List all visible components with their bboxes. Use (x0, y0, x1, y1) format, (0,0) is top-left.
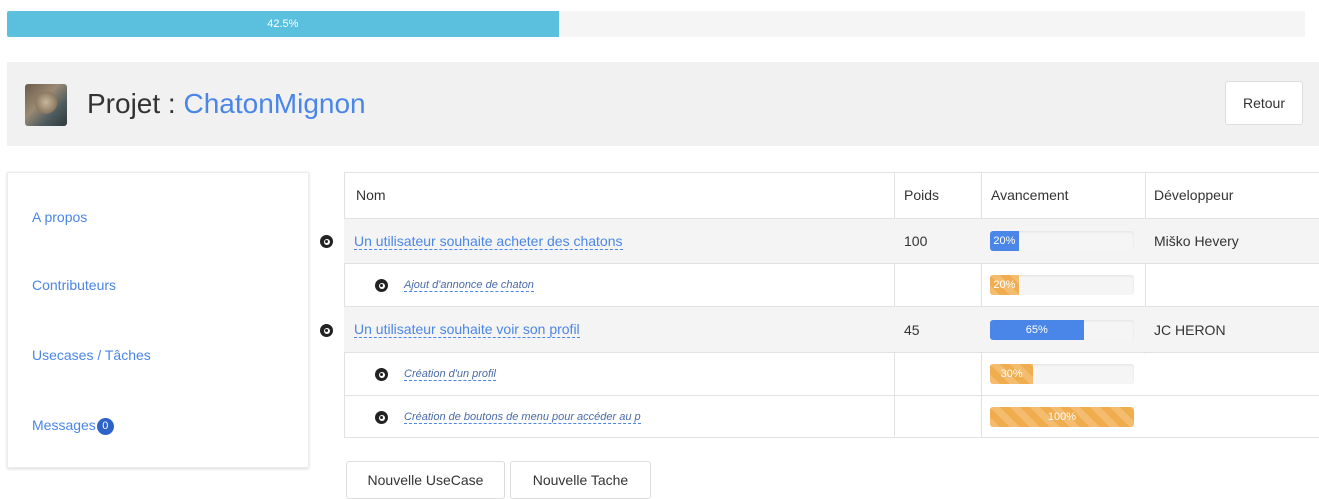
task-toggle-icon[interactable] (375, 368, 388, 381)
progress-fill: 20% (990, 275, 1019, 295)
weight-value: 45 (904, 321, 920, 338)
new-usecase-button[interactable]: Nouvelle UseCase (346, 461, 505, 499)
header-developer: Développeur (1154, 187, 1234, 203)
sidebar-item-label: Messages (32, 417, 96, 433)
table-header-row: Nom Poids Avancement Développeur (344, 172, 1319, 218)
sidebar-item-about[interactable]: A propos (32, 209, 87, 225)
sidebar-item-contributors[interactable]: Contributeurs (32, 277, 116, 293)
developer-name: JC HERON (1154, 321, 1226, 338)
progress-fill: 20% (990, 231, 1019, 251)
table-row: Création de boutons de menu pour accéder… (344, 395, 1319, 438)
sidebar-item-label: Usecases / Tâches (32, 347, 151, 363)
sidebar-nav: A propos Contributeurs Usecases / Tâches… (7, 172, 309, 468)
progress-fill: 65% (990, 320, 1084, 340)
new-task-button[interactable]: Nouvelle Tache (510, 461, 651, 499)
weight-value: 100 (904, 233, 928, 249)
global-progress-fill: 42.5% (7, 11, 559, 37)
task-link[interactable]: Création d'un profil (404, 368, 496, 381)
expand-toggle-icon[interactable] (320, 235, 333, 248)
progress-bar: 65% (990, 320, 1134, 340)
progress-fill: 30% (990, 364, 1034, 384)
progress-bar: 20% (990, 275, 1134, 295)
global-progress-bar: 42.5% (7, 11, 1305, 37)
project-header: Projet : ChatonMignon Retour (7, 62, 1319, 146)
table-row: Création d'un profil 30% (344, 352, 1319, 395)
progress-bar: 20% (990, 231, 1134, 251)
project-avatar (25, 84, 67, 126)
task-link[interactable]: Création de boutons de menu pour accéder… (404, 411, 641, 424)
usecase-link[interactable]: Un utilisateur souhaite voir son profil (354, 321, 580, 338)
progress-bar: 30% (990, 364, 1134, 384)
table-row: Un utilisateur souhaite acheter des chat… (320, 218, 1319, 263)
usecase-table: Nom Poids Avancement Développeur Un util… (320, 172, 1319, 438)
developer-name: Miško Hevery (1154, 233, 1239, 249)
messages-count-badge: 0 (96, 418, 114, 435)
progress-label: 30% (1000, 368, 1023, 380)
progress-label: 100% (1047, 411, 1077, 423)
header-weight: Poids (904, 187, 940, 203)
table-row: Ajout d'annonce de chaton 20% (344, 263, 1319, 306)
task-toggle-icon[interactable] (375, 411, 388, 424)
task-link[interactable]: Ajout d'annonce de chaton (404, 279, 534, 292)
progress-label: 20% (993, 235, 1016, 247)
sidebar-item-label: Contributeurs (32, 277, 117, 293)
global-progress-label: 42.5% (267, 18, 299, 30)
header-name: Nom (356, 187, 386, 203)
back-button[interactable]: Retour (1225, 81, 1303, 125)
task-toggle-icon[interactable] (375, 279, 388, 292)
table-row: Un utilisateur souhaite voir son profil … (320, 306, 1319, 352)
progress-bar: 100% (990, 407, 1134, 427)
header-progress: Avancement (991, 187, 1069, 203)
sidebar-item-messages[interactable]: Messages 0 (32, 417, 114, 435)
title-prefix: Projet : (87, 88, 184, 119)
sidebar-item-usecases[interactable]: Usecases / Tâches (32, 347, 151, 363)
expand-toggle-icon[interactable] (320, 324, 333, 337)
progress-label: 20% (993, 279, 1016, 291)
page-title: Projet : ChatonMignon (87, 84, 366, 124)
progress-fill: 100% (990, 407, 1134, 427)
usecase-link[interactable]: Un utilisateur souhaite acheter des chat… (354, 233, 623, 250)
sidebar-item-label: A propos (32, 209, 88, 225)
progress-label: 65% (1025, 324, 1048, 336)
project-name: ChatonMignon (183, 88, 366, 119)
